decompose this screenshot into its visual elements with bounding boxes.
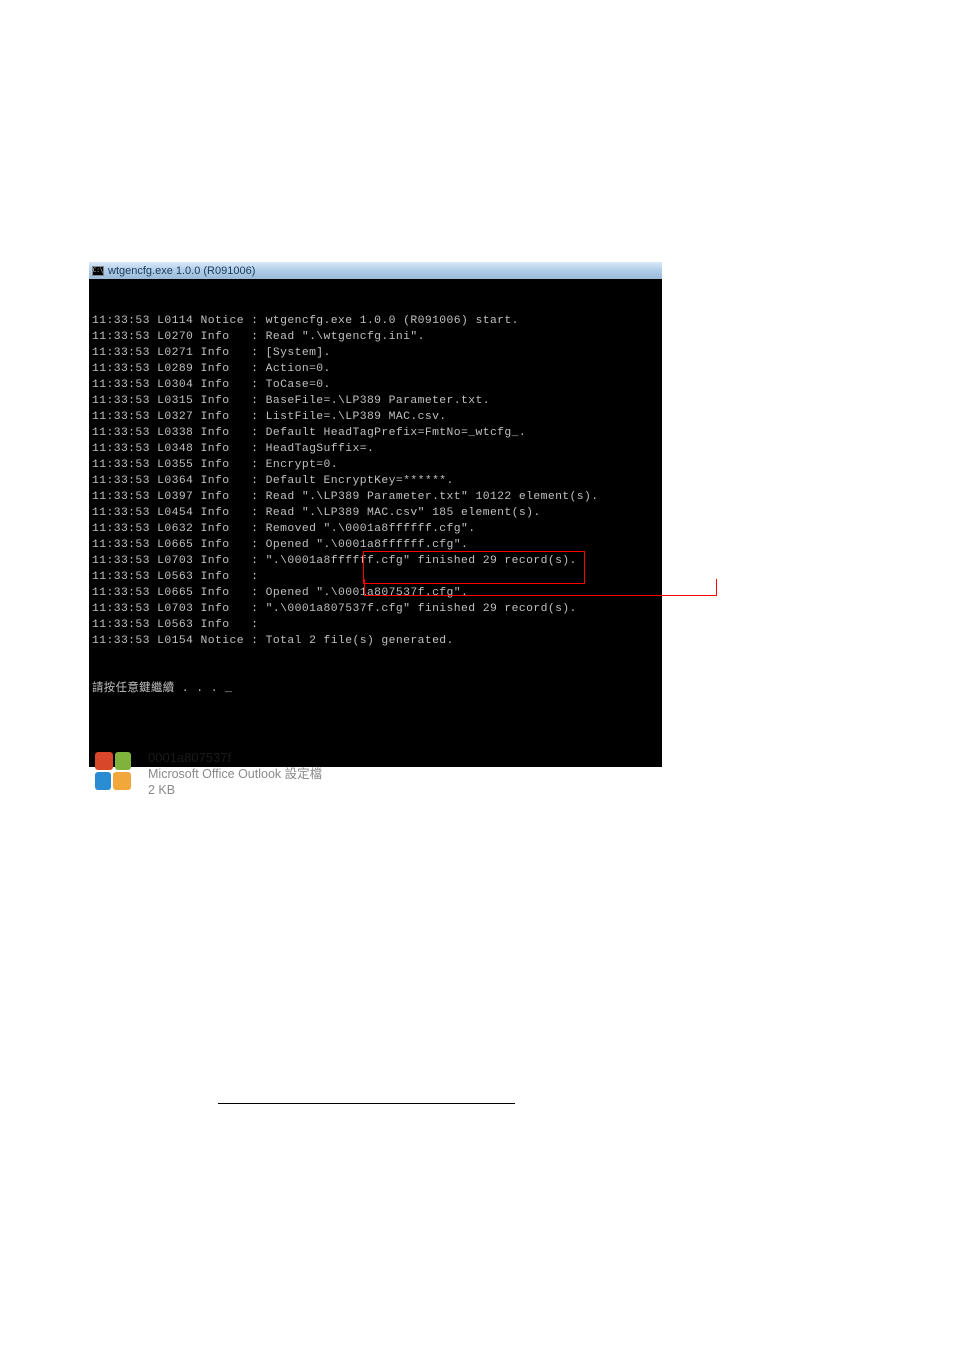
console-log-line: 11:33:53 L0397 Info : Read ".\LP389 Para… bbox=[92, 489, 659, 505]
console-log-line: 11:33:53 L0114 Notice : wtgencfg.exe 1.0… bbox=[92, 313, 659, 329]
console-window: C:\ wtgencfg.exe 1.0.0 (R091006) 11:33:5… bbox=[89, 262, 662, 767]
console-log-line: 11:33:53 L0703 Info : ".\0001a8ffffff.cf… bbox=[92, 553, 659, 569]
divider bbox=[218, 1103, 515, 1104]
console-log-line: 11:33:53 L0289 Info : Action=0. bbox=[92, 361, 659, 377]
title-bar[interactable]: C:\ wtgencfg.exe 1.0.0 (R091006) bbox=[89, 262, 662, 279]
cmd-icon: C:\ bbox=[92, 266, 104, 276]
console-log-line: 11:33:53 L0315 Info : BaseFile=.\LP389 P… bbox=[92, 393, 659, 409]
console-log-line: 11:33:53 L0665 Info : Opened ".\0001a8ff… bbox=[92, 537, 659, 553]
file-type: Microsoft Office Outlook 設定檔 bbox=[148, 766, 322, 782]
console-log-line: 11:33:53 L0154 Notice : Total 2 file(s) … bbox=[92, 633, 659, 649]
file-item[interactable]: 0001a807537f Microsoft Office Outlook 設定… bbox=[92, 750, 322, 798]
file-name: 0001a807537f bbox=[148, 750, 322, 766]
file-info: 0001a807537f Microsoft Office Outlook 設定… bbox=[148, 750, 322, 798]
window-title: wtgencfg.exe 1.0.0 (R091006) bbox=[108, 265, 255, 277]
console-log-line: 11:33:53 L0703 Info : ".\0001a807537f.cf… bbox=[92, 601, 659, 617]
console-log-line: 11:33:53 L0348 Info : HeadTagSuffix=. bbox=[92, 441, 659, 457]
console-log-line: 11:33:53 L0271 Info : [System]. bbox=[92, 345, 659, 361]
console-log-line: 11:33:53 L0364 Info : Default EncryptKey… bbox=[92, 473, 659, 489]
console-log-line: 11:33:53 L0454 Info : Read ".\LP389 MAC.… bbox=[92, 505, 659, 521]
file-size: 2 KB bbox=[148, 782, 322, 798]
console-log-line: 11:33:53 L0355 Info : Encrypt=0. bbox=[92, 457, 659, 473]
console-log-line: 11:33:53 L0338 Info : Default HeadTagPre… bbox=[92, 425, 659, 441]
console-log-line: 11:33:53 L0270 Info : Read ".\wtgencfg.i… bbox=[92, 329, 659, 345]
console-log-line: 11:33:53 L0327 Info : ListFile=.\LP389 M… bbox=[92, 409, 659, 425]
console-prompt: 請按任意鍵繼續 . . . _ bbox=[92, 681, 659, 697]
console-output[interactable]: 11:33:53 L0114 Notice : wtgencfg.exe 1.0… bbox=[89, 279, 662, 767]
console-log-line: 11:33:53 L0563 Info : bbox=[92, 617, 659, 633]
console-log-line: 11:33:53 L0304 Info : ToCase=0. bbox=[92, 377, 659, 393]
office-icon bbox=[92, 750, 136, 794]
console-log-line: 11:33:53 L0665 Info : Opened ".\0001a807… bbox=[92, 585, 659, 601]
console-log-line: 11:33:53 L0632 Info : Removed ".\0001a8f… bbox=[92, 521, 659, 537]
console-log-line: 11:33:53 L0563 Info : bbox=[92, 569, 659, 585]
